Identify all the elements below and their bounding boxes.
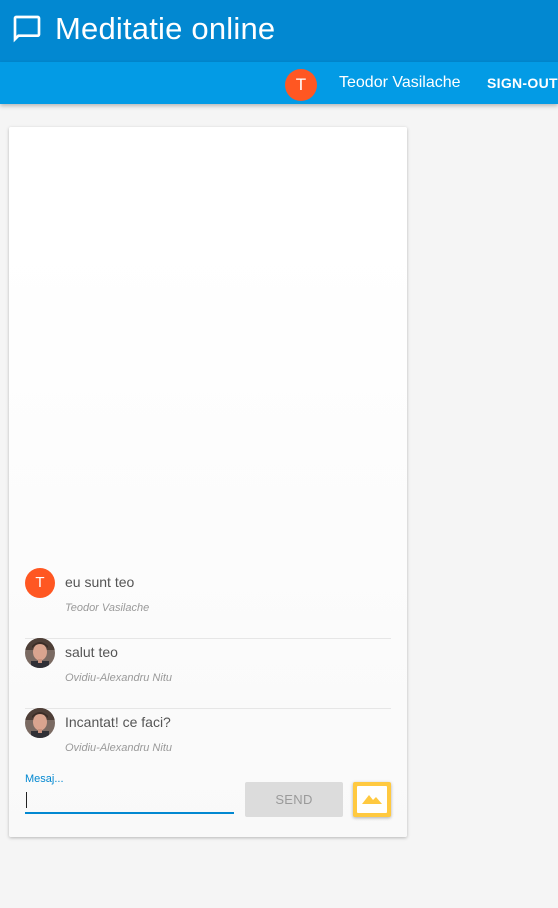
upload-image-button[interactable] [353, 782, 391, 817]
message-item: salut teo Ovidiu-Alexandru Nitu [25, 638, 391, 709]
user-avatar: T [285, 69, 317, 101]
message-text: eu sunt teo [65, 574, 135, 590]
message-text: salut teo [65, 644, 118, 660]
message-input[interactable] [25, 787, 234, 814]
message-item: Incantat! ce faci? Ovidiu-Alexandru Nitu [25, 708, 391, 778]
message-author: Teodor Vasilache [65, 602, 150, 614]
app-title-wrap: Meditatie online [11, 13, 275, 45]
user-photo-avatar [25, 708, 55, 738]
message-input-label: Mesaj... [25, 773, 64, 785]
image-icon [361, 789, 383, 810]
message-item: T eu sunt teo Teodor Vasilache [25, 568, 391, 639]
message-avatar: T [25, 568, 55, 598]
user-photo-avatar [25, 638, 55, 668]
user-name: Teodor Vasilache [339, 74, 461, 91]
sign-out-button[interactable]: SIGN-OUT [487, 75, 558, 91]
user-bar: T Teodor Vasilache SIGN-OUT [0, 62, 558, 104]
chat-bubble-icon [11, 13, 43, 45]
message-author: Ovidiu-Alexandru Nitu [65, 742, 172, 754]
message-author: Ovidiu-Alexandru Nitu [65, 672, 172, 684]
image-icon-frame [357, 786, 387, 813]
message-text: Incantat! ce faci? [65, 714, 171, 730]
send-button[interactable]: SEND [245, 782, 343, 817]
chat-card: T eu sunt teo Teodor Vasilache salut teo… [9, 127, 407, 837]
app-header: Meditatie online [0, 0, 558, 62]
app-title: Meditatie online [55, 11, 276, 46]
text-cursor [26, 792, 27, 808]
